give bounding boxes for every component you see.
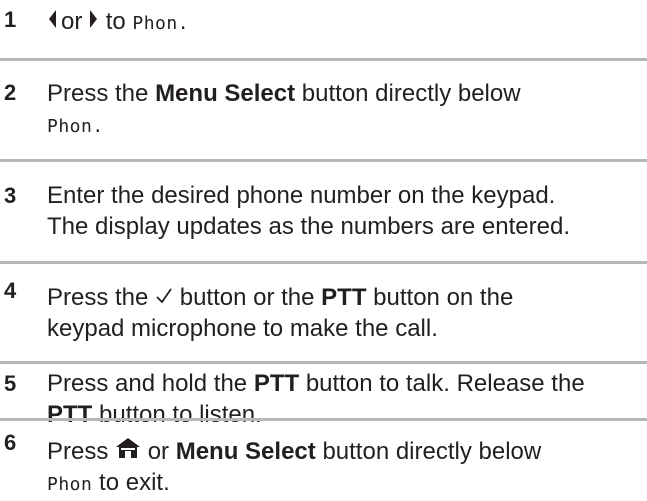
step-number: 2 xyxy=(4,80,17,105)
step-text: or to Phon. xyxy=(47,6,642,39)
ptt-label: PTT xyxy=(253,370,300,397)
menu-item-phon: Phon. xyxy=(47,116,104,137)
left-arrow-icon xyxy=(47,6,57,37)
ptt-label: PTT xyxy=(47,401,93,428)
divider xyxy=(0,361,647,364)
home-icon xyxy=(115,436,141,467)
step-number: 4 xyxy=(4,278,17,303)
step-text: Press or Menu Select button directly bel… xyxy=(47,436,542,496)
divider xyxy=(0,261,647,264)
right-arrow-icon xyxy=(89,6,99,37)
step-text: Press the Menu Select button directly be… xyxy=(47,80,521,137)
to-text: to xyxy=(105,8,126,35)
divider xyxy=(0,159,647,162)
step-text: Enter the desired phone number on the ke… xyxy=(47,182,570,240)
step-number: 1 xyxy=(4,7,17,32)
or-text: or xyxy=(61,8,83,35)
step-number: 6 xyxy=(4,430,17,455)
step-number: 3 xyxy=(4,183,17,208)
menu-select-label: Menu Select xyxy=(155,80,296,107)
menu-item-phon: Phon. xyxy=(132,13,190,34)
step-text: Press the button or the PTT button on th… xyxy=(47,282,514,342)
divider xyxy=(0,418,647,421)
menu-select-label: Menu Select xyxy=(175,438,316,465)
divider xyxy=(0,58,647,61)
ptt-label: PTT xyxy=(321,284,367,311)
checkmark-icon xyxy=(155,282,173,313)
step-number: 5 xyxy=(4,371,17,396)
menu-item-phon: Phon xyxy=(47,474,93,495)
